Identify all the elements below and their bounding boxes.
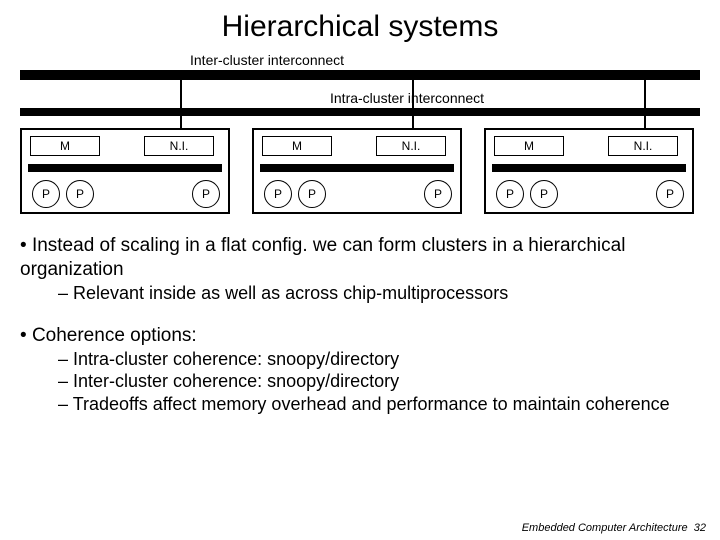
intra-cluster-label: Intra-cluster interconnect [330,90,484,106]
footer-course: Embedded Computer Architecture [522,522,688,534]
processor-node: P [424,180,452,208]
memory-module: M [30,136,100,156]
cluster-box: M N.I. P P P [484,128,694,214]
processor-node: P [656,180,684,208]
cluster-local-bus [260,164,454,172]
network-interface-module: N.I. [608,136,678,156]
inter-cluster-bus [20,70,700,80]
memory-module: M [262,136,332,156]
processor-node: P [496,180,524,208]
bullet-list: Instead of scaling in a flat config. we … [20,234,700,415]
processor-node: P [192,180,220,208]
hierarchy-diagram: Inter-cluster interconnect Intra-cluster… [20,50,700,220]
bullet-item: Instead of scaling in a flat config. we … [20,234,700,282]
intra-cluster-bus [20,108,700,116]
processor-node: P [32,180,60,208]
slide-footer: Embedded Computer Architecture 32 [522,522,706,534]
bullet-subitem: Inter-cluster coherence: snoopy/director… [58,370,700,393]
processor-node: P [264,180,292,208]
cluster-local-bus [492,164,686,172]
bullet-subitem: Relevant inside as well as across chip-m… [58,282,700,305]
connector [180,80,182,128]
cluster-box: M N.I. P P P [252,128,462,214]
footer-page-number: 32 [694,522,706,534]
cluster-box: M N.I. P P P [20,128,230,214]
cluster-local-bus [28,164,222,172]
processor-node: P [298,180,326,208]
network-interface-module: N.I. [144,136,214,156]
bullet-subitem: Intra-cluster coherence: snoopy/director… [58,348,700,371]
memory-module: M [494,136,564,156]
bullet-item: Coherence options: [20,324,700,348]
bullet-subitem: Tradeoffs affect memory overhead and per… [58,393,700,416]
connector [412,80,414,128]
slide-title: Hierarchical systems [0,0,720,50]
network-interface-module: N.I. [376,136,446,156]
inter-cluster-label: Inter-cluster interconnect [190,52,344,68]
processor-node: P [530,180,558,208]
processor-node: P [66,180,94,208]
connector [644,80,646,128]
